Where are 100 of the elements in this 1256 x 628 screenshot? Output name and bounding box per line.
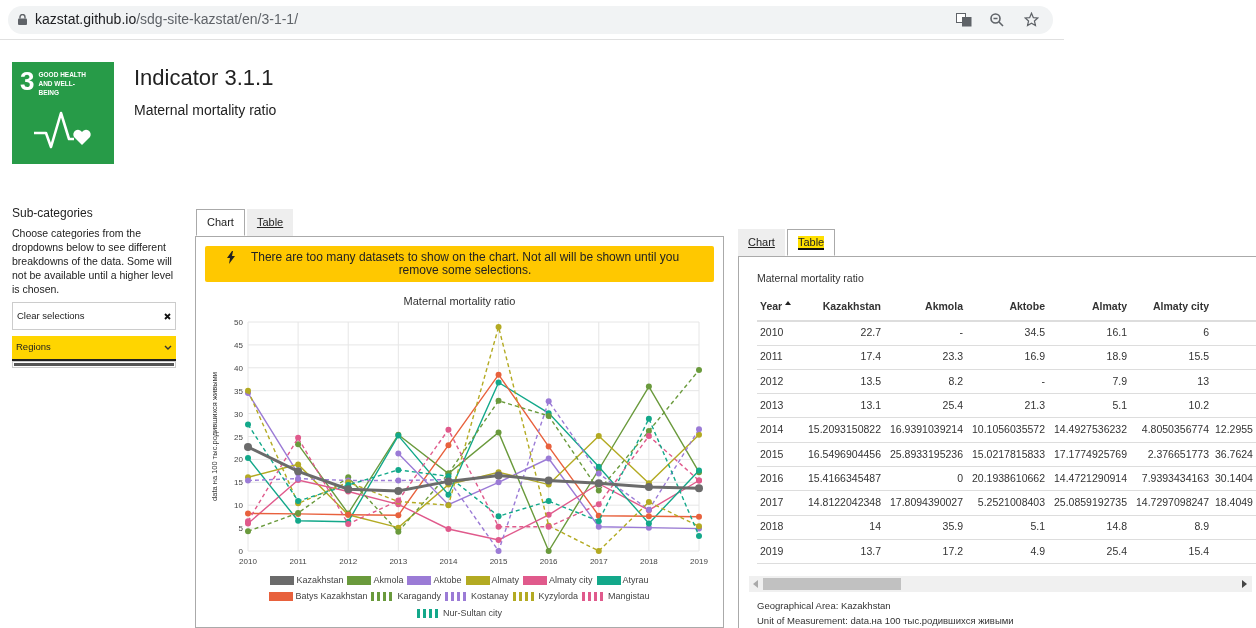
table-cell: 2.376651773: [1130, 442, 1212, 467]
table-cell: 21.3: [966, 393, 1048, 418]
x-tick-label: 2015: [489, 556, 508, 566]
table-cell: 15.4: [1130, 539, 1212, 564]
url-text: kazstat.github.io/sdg-site-kazstat/en/3-1-1/: [35, 10, 300, 29]
y-tick-label: 10: [234, 500, 243, 510]
table-cell: 14.7297098247: [1130, 490, 1212, 516]
table-cell: 23.3: [884, 345, 966, 370]
table-cell: 17.2: [884, 539, 966, 564]
table-cell: 2016: [757, 466, 805, 491]
y-tick-label: 30: [234, 409, 243, 419]
table-cell: 10.2: [1130, 393, 1212, 418]
table-cell: 7.9393434163: [1130, 466, 1212, 491]
table-cell: 7.9: [1048, 369, 1130, 394]
y-tick-label: 5: [238, 523, 243, 533]
legend-label: Akmola: [373, 573, 404, 587]
table-caption: Maternal mortality ratio: [757, 271, 865, 286]
footnote-text: Geographical Area: Kazakhstan: [757, 599, 892, 614]
table-cell: 2015: [757, 442, 805, 467]
legend-label: Kostanay: [471, 590, 509, 603]
table-cell: 20.1938610662: [966, 466, 1048, 491]
x-tick-label: 2016: [539, 556, 558, 566]
table-cell: 12.2955: [1212, 417, 1256, 443]
x-tick-label: 2019: [690, 556, 708, 566]
x-tick-label: 2012: [339, 556, 358, 566]
y-tick-label: 15: [234, 477, 243, 487]
table-cell: 25.4: [1048, 539, 1130, 564]
table-cell: 0: [884, 466, 966, 491]
y-tick-label: 0: [238, 546, 243, 556]
legend-label: Atyrau: [622, 573, 649, 587]
table-cell: 18.4049: [1212, 490, 1256, 516]
table-cell: 16.9: [966, 345, 1048, 370]
x-tick-label: 2010: [239, 556, 257, 566]
table-cell: 14: [805, 515, 884, 540]
table-cell: 2014: [757, 417, 805, 443]
legend-label: Mangistau: [608, 590, 650, 603]
legend-label: Almaty city: [549, 573, 593, 587]
legend-label: Batys Kazakhstan: [295, 590, 368, 603]
legend-label: Almaty: [491, 573, 520, 587]
table-cell: 17.8094390027: [884, 490, 966, 516]
table-cell: 25.0859192735: [1048, 490, 1130, 516]
table-cell: 15.5: [1130, 345, 1212, 370]
legend-label: Kazakhstan: [296, 573, 344, 587]
table-cell: 4.9: [966, 539, 1048, 564]
table-cell: 2019: [757, 539, 805, 564]
table-cell: 15.2093150822: [805, 417, 884, 443]
x-tick-label: 2013: [389, 556, 408, 566]
footnote-text: Unit of Measurement: data.на 100 тыс.родившихся живыми: [757, 614, 1015, 628]
chart-title: Maternal mortality ratio: [402, 294, 517, 309]
table-cell: 34.5: [966, 320, 1048, 346]
goal-number: 3: [20, 68, 35, 94]
table-cell: 13: [1130, 369, 1212, 394]
sidebar-description: Choose categories from the dropdowns below to see different breakdowns of the data. Some will not be available until a higher level is chosen.: [12, 226, 175, 296]
y-tick-label: 35: [234, 386, 243, 396]
legend-label: Karagandy: [397, 590, 441, 603]
table-cell: 2011: [757, 345, 805, 370]
table-cell: 5.1: [966, 515, 1048, 540]
warning-text: There are too many datasets to show on the chart. Not all will be shown until you remove some selections.: [249, 251, 681, 277]
table-cell: 13.7: [805, 539, 884, 564]
table-cell: 16.5496904456: [805, 442, 884, 467]
table-cell: 2010: [757, 320, 805, 346]
table-cell: 16.9391039214: [884, 417, 966, 443]
legend-label: Nur-Sultan city: [443, 606, 502, 620]
x-tick-label: 2017: [589, 556, 608, 566]
section-title: Sub-categories: [12, 205, 94, 221]
table-cell: 8.2: [884, 369, 966, 394]
table-cell: 35.9: [884, 515, 966, 540]
table-cell: 2012: [757, 369, 805, 394]
table-cell: -: [884, 320, 966, 346]
y-tick-label: 40: [234, 363, 243, 373]
legend-label: Aktobe: [433, 573, 462, 587]
table-cell: 5.2521008403: [966, 490, 1048, 516]
table-cell: 14.4927536232: [1048, 417, 1130, 443]
table-cell: 17.4: [805, 345, 884, 370]
table-cell: 2017: [757, 490, 805, 516]
table-cell: 10.1056035572: [966, 417, 1048, 443]
table-cell: 16.1: [1048, 320, 1130, 346]
x-tick-label: 2014: [439, 556, 458, 566]
y-tick-label: 45: [234, 340, 243, 350]
table-cell: 30.1404: [1212, 466, 1256, 491]
x-tick-label: 2011: [289, 556, 307, 566]
table-cell: 15.4166345487: [805, 466, 884, 491]
table-cell: 6: [1130, 320, 1212, 346]
page-subtitle: Maternal mortality ratio: [134, 101, 277, 120]
table-cell: 15.0217815833: [966, 442, 1048, 467]
page-title: Indicator 3.1.1: [134, 64, 275, 92]
table-cell: 25.8933195236: [884, 442, 966, 467]
table-cell: 22.7: [805, 320, 884, 346]
legend-label: Kyzylorda: [538, 590, 579, 603]
table-cell: 5.1: [1048, 393, 1130, 418]
y-tick-label: 20: [234, 454, 243, 464]
table-cell: 18.9: [1048, 345, 1130, 370]
table-cell: 36.7624: [1212, 442, 1256, 467]
table-cell: 8.9: [1130, 515, 1212, 540]
x-tick-label: 2018: [640, 556, 658, 566]
table-cell: 17.1774925769: [1048, 442, 1130, 467]
table-cell: 14.8122042348: [805, 490, 884, 516]
table-cell: 13.1: [805, 393, 884, 418]
table-cell: 25.4: [884, 393, 966, 418]
table-cell: 4.8050356774: [1130, 417, 1212, 443]
